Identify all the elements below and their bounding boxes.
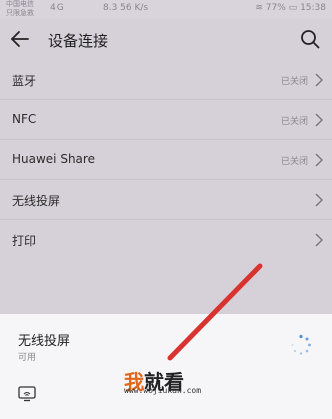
network-speed: 8.3 56 K/s: [103, 3, 149, 13]
battery-percent: 77%: [265, 3, 286, 13]
watermark-url: www.wojiukan.com: [124, 386, 202, 395]
status-right-group: ≋ 77% ▭ 15:38: [255, 3, 326, 13]
chevron-right-icon: [315, 113, 323, 127]
search-icon: [301, 30, 320, 49]
list-item-print[interactable]: 打印: [0, 220, 332, 260]
list-item-label: 无线投屏: [12, 194, 61, 208]
page-title: 设备连接: [48, 32, 109, 50]
list-item-nfc[interactable]: NFC 已关闭: [0, 100, 332, 140]
list-item-bluetooth[interactable]: 蓝牙 已关闭: [0, 60, 332, 100]
list-item-label: Huawei Share: [12, 152, 95, 166]
list-item-huawei-share[interactable]: Huawei Share 已关闭: [0, 140, 332, 180]
loading-spinner-icon: [291, 334, 311, 355]
back-button[interactable]: [8, 27, 32, 51]
status-bar: 中国电信 只限急救 4G 8.3 56 K/s ≋ 77% ▭ 15:38: [0, 0, 332, 18]
settings-list: 蓝牙 已关闭 NFC 已关闭 Huawei Share 已关闭 无线投屏 打印: [0, 60, 332, 260]
sheet-subtitle: 可用: [18, 353, 37, 363]
carrier-line-1: 中国电信: [6, 0, 34, 8]
battery-icon: ▭: [288, 3, 298, 13]
list-item-status: 已关闭: [280, 77, 308, 87]
list-item-wireless-projection[interactable]: 无线投屏: [0, 180, 332, 220]
list-item-status: 已关闭: [280, 157, 308, 167]
clock: 15:38: [300, 3, 326, 13]
list-item-label: 打印: [12, 234, 37, 248]
network-indicator: 4G: [50, 3, 65, 13]
app-header: 设备连接: [0, 18, 332, 60]
carrier-line-2: 只限急救: [6, 9, 34, 17]
arrow-left-icon: [11, 31, 29, 47]
carrier-info: 中国电信 只限急救: [6, 0, 34, 18]
chevron-right-icon: [315, 233, 323, 247]
watermark: 我就看 www.wojiukan.com: [124, 366, 314, 396]
list-item-label: 蓝牙: [12, 74, 37, 88]
wifi-icon: ≋: [255, 3, 263, 13]
chevron-right-icon: [315, 153, 323, 167]
sheet-title: 无线投屏: [18, 334, 71, 349]
list-item-label: NFC: [12, 112, 37, 126]
search-button[interactable]: [298, 27, 322, 51]
screen-cast-icon: [18, 386, 36, 402]
list-item-status: 已关闭: [280, 117, 308, 127]
chevron-right-icon: [315, 193, 323, 207]
chevron-right-icon: [315, 73, 323, 87]
